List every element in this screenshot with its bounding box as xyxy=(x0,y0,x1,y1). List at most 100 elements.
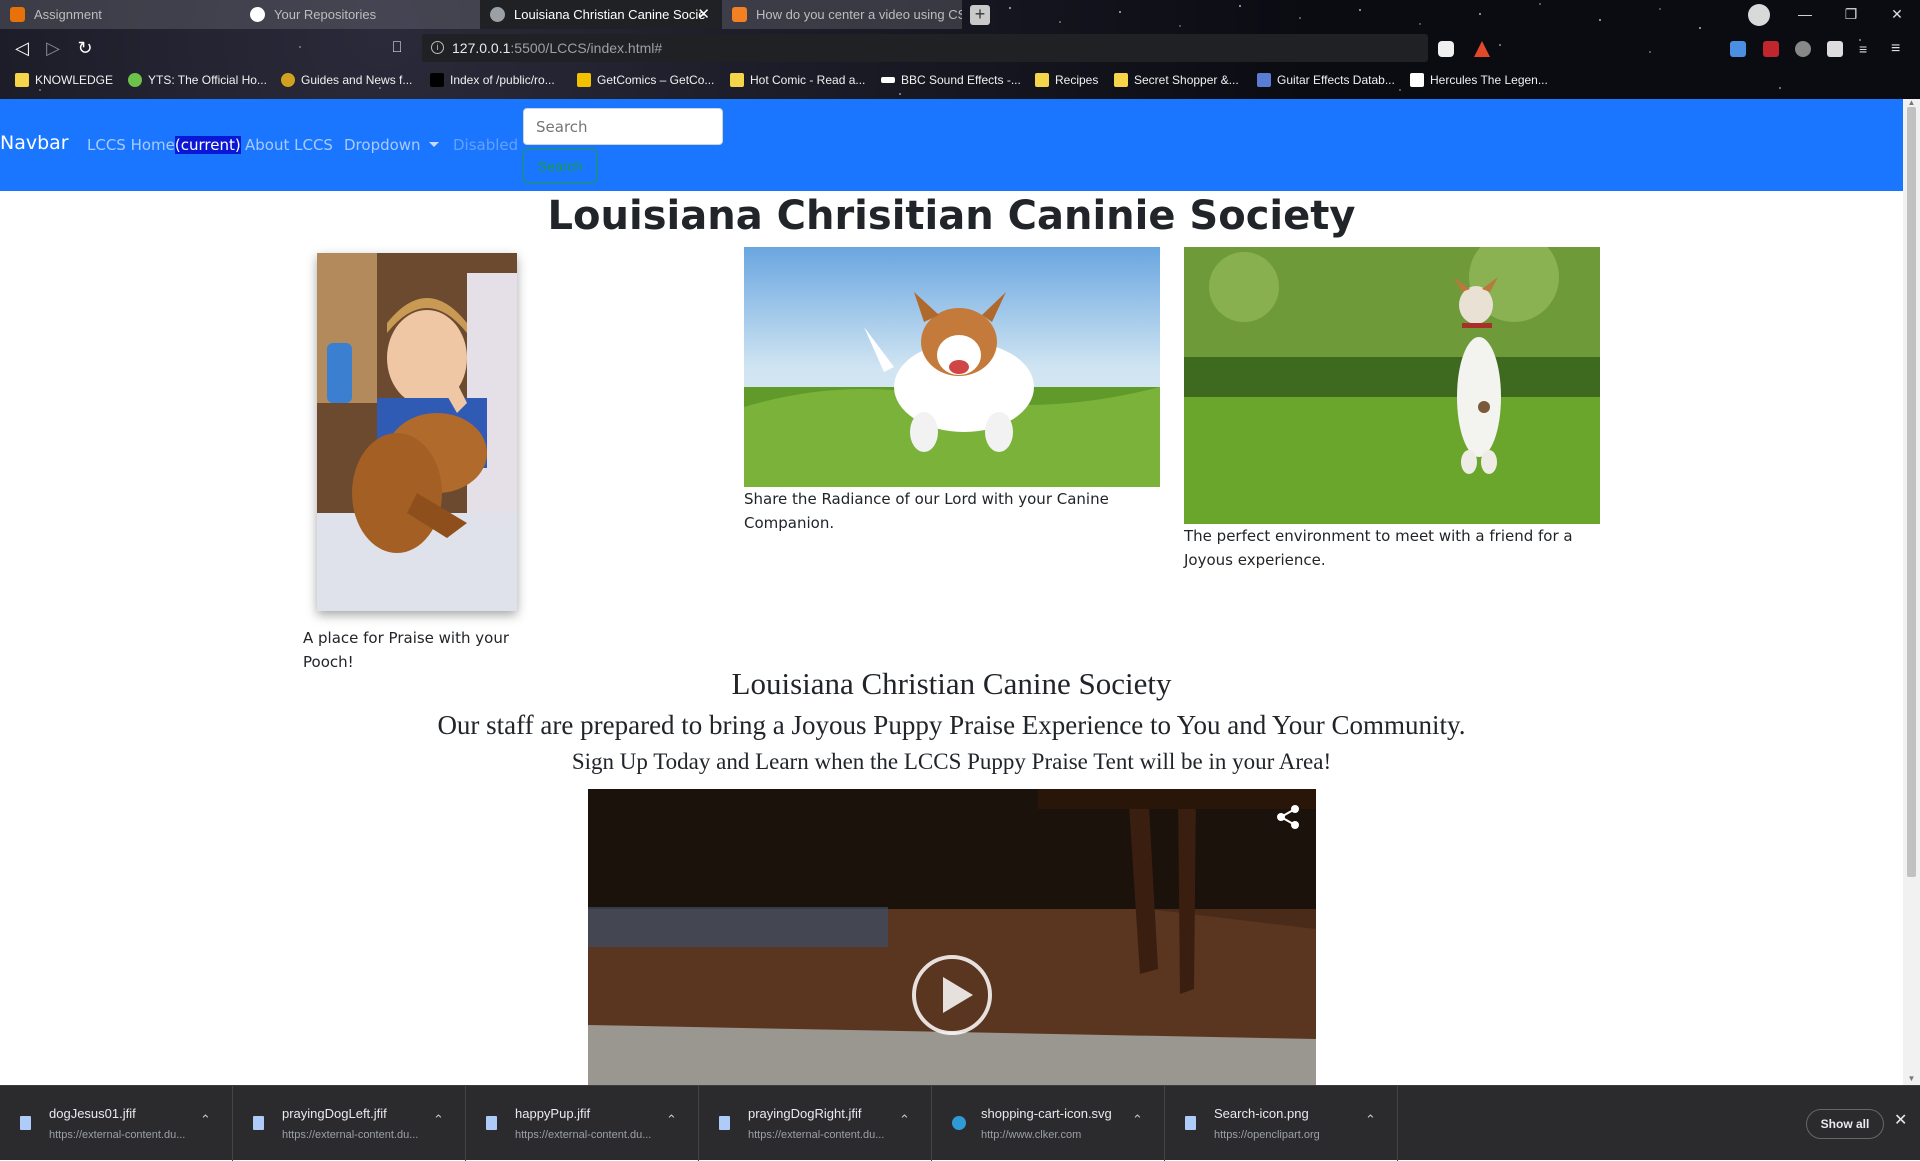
page-scrollbar[interactable]: ▲ ▼ xyxy=(1903,99,1920,1085)
scroll-down-icon[interactable]: ▼ xyxy=(1907,1075,1916,1083)
minimize-icon[interactable]: — xyxy=(1782,0,1828,29)
bookmark-item[interactable]: Secret Shopper &... xyxy=(1114,71,1239,89)
brave-shield-icon[interactable] xyxy=(1438,41,1454,57)
chevron-up-icon[interactable]: ⌃ xyxy=(899,1112,910,1128)
tab-title: Assignment xyxy=(34,7,102,22)
show-all-button[interactable]: Show all xyxy=(1806,1109,1884,1139)
nav-dropdown[interactable]: Dropdown xyxy=(344,136,439,154)
page-title: Louisiana Chrisitian Caninie Society xyxy=(547,193,1356,239)
chevron-up-icon[interactable]: ⌃ xyxy=(1365,1112,1376,1128)
download-item[interactable]: happyPup.jfif https://external-content.d… xyxy=(466,1086,699,1161)
download-item[interactable]: Search-icon.png https://openclipart.org … xyxy=(1165,1086,1398,1161)
back-icon[interactable]: ◁ xyxy=(11,37,33,59)
heading-signup: Sign Up Today and Learn when the LCCS Pu… xyxy=(571,749,1332,774)
bookmark-item[interactable]: YTS: The Official Ho... xyxy=(128,71,267,89)
download-item[interactable]: shopping-cart-icon.svg http://www.clker.… xyxy=(932,1086,1165,1161)
bookmark-label: Secret Shopper &... xyxy=(1134,73,1239,87)
search-input[interactable] xyxy=(523,108,723,145)
nav-about[interactable]: About LCCS xyxy=(245,136,333,154)
nav-home[interactable]: LCCS Home(current) xyxy=(87,136,241,154)
extension-s-icon[interactable] xyxy=(1763,41,1779,57)
extensions-puzzle-icon[interactable] xyxy=(1827,41,1843,57)
yts-icon xyxy=(128,73,142,87)
download-item[interactable]: dogJesus01.jfif https://external-content… xyxy=(0,1086,233,1161)
nav-dropdown-label: Dropdown xyxy=(344,136,421,154)
file-icon xyxy=(486,1116,497,1130)
search-button[interactable]: Search xyxy=(523,149,597,183)
bookmark-label: Index of /public/ro... xyxy=(450,73,555,87)
bookmark-label: Hot Comic - Read a... xyxy=(750,73,866,87)
video-player[interactable] xyxy=(588,789,1316,1085)
share-icon[interactable] xyxy=(1274,803,1302,831)
menu-icon[interactable]: ≡ xyxy=(1891,41,1907,57)
heading-society: Louisiana Christian Canine Society xyxy=(731,666,1172,701)
browser-toolbar: ◁ ▷ ↻ ⎕ i 127.0.0.1:5500/LCCS/index.html… xyxy=(0,33,1920,63)
maximize-icon[interactable]: ❐ xyxy=(1828,0,1874,29)
download-name: dogJesus01.jfif xyxy=(49,1106,136,1121)
folder-icon xyxy=(15,73,29,87)
praying-dog-right-image xyxy=(1184,247,1600,524)
bookmark-item[interactable]: KNOWLEDGE xyxy=(15,71,113,89)
video-frame xyxy=(588,789,1316,1085)
bookmark-item[interactable]: Guides and News f... xyxy=(281,71,412,89)
site-icon xyxy=(1257,73,1271,87)
download-name: Search-icon.png xyxy=(1214,1106,1309,1121)
scrollbar-thumb[interactable] xyxy=(1907,107,1916,877)
close-tab-icon[interactable]: ✕ xyxy=(697,0,710,29)
page-icon xyxy=(430,73,444,87)
chevron-up-icon[interactable]: ⌃ xyxy=(666,1112,677,1128)
navbar-brand[interactable]: Navbar xyxy=(0,132,69,154)
site-navbar: Navbar LCCS Home(current) About LCCS Dro… xyxy=(0,99,1903,191)
brave-rewards-icon[interactable] xyxy=(1474,41,1490,57)
site-icon xyxy=(1410,73,1424,87)
new-tab-button[interactable]: + xyxy=(970,5,990,25)
caret-down-icon xyxy=(428,142,439,147)
bookmark-item[interactable]: Recipes xyxy=(1035,71,1098,89)
bookmark-label: KNOWLEDGE xyxy=(35,73,114,87)
happy-pup-illustration xyxy=(744,247,1160,487)
reload-icon[interactable]: ↻ xyxy=(74,37,96,59)
current-indicator: (current) xyxy=(174,136,241,154)
download-item[interactable]: prayingDogRight.jfif https://external-co… xyxy=(699,1086,932,1161)
bookmark-icon[interactable]: ⎕ xyxy=(386,37,408,59)
tab-title: Louisiana Christian Canine Socie xyxy=(514,7,706,22)
bookmarks-bar: KNOWLEDGE YTS: The Official Ho... Guides… xyxy=(0,68,1920,92)
profile-icon[interactable] xyxy=(1748,4,1770,26)
bookmark-item[interactable]: Hercules The Legen... xyxy=(1410,71,1548,89)
tab-your-repositories[interactable]: Your Repositories xyxy=(240,0,480,29)
chevron-up-icon[interactable]: ⌃ xyxy=(1132,1112,1143,1128)
page-viewport: Navbar LCCS Home(current) About LCCS Dro… xyxy=(0,99,1903,1085)
site-info-icon[interactable]: i xyxy=(431,41,444,54)
bookmark-item[interactable]: BBC Sound Effects -... xyxy=(881,71,1021,89)
tab-title: Your Repositories xyxy=(274,7,377,22)
address-bar[interactable]: i 127.0.0.1:5500/LCCS/index.html# xyxy=(422,34,1428,62)
file-icon xyxy=(253,1116,264,1130)
scroll-up-icon[interactable]: ▲ xyxy=(1907,99,1916,107)
reading-list-icon[interactable]: ≡ xyxy=(1859,41,1875,57)
bookmark-item[interactable]: GetComics – GetCo... xyxy=(577,71,714,89)
chevron-up-icon[interactable]: ⌃ xyxy=(433,1112,444,1128)
forward-icon[interactable]: ▷ xyxy=(42,37,64,59)
close-window-icon[interactable]: ✕ xyxy=(1874,0,1920,29)
praying-boy-dog-illustration xyxy=(317,253,517,611)
play-icon[interactable] xyxy=(912,955,992,1035)
extension-translate-icon[interactable] xyxy=(1730,41,1746,57)
download-name: prayingDogRight.jfif xyxy=(748,1106,862,1121)
bookmark-item[interactable]: Hot Comic - Read a... xyxy=(730,71,865,89)
tab-how-center-video[interactable]: How do you center a video using CS xyxy=(722,0,962,29)
url-host: 127.0.0.1 xyxy=(452,40,511,56)
bookmark-label: YTS: The Official Ho... xyxy=(148,73,267,87)
happy-pup-image xyxy=(744,247,1160,487)
github-icon xyxy=(250,7,265,22)
tab-assignment[interactable]: Assignment xyxy=(0,0,240,29)
download-item[interactable]: prayingDogLeft.jfif https://external-con… xyxy=(233,1086,466,1161)
caption-middle: Share the Radiance of our Lord with your… xyxy=(744,490,1109,532)
bookmark-item[interactable]: Guitar Effects Datab... xyxy=(1257,71,1395,89)
extension-react-icon[interactable] xyxy=(1795,41,1811,57)
tab-lccs-active[interactable]: Louisiana Christian Canine Socie ✕ xyxy=(480,0,720,29)
chevron-up-icon[interactable]: ⌃ xyxy=(200,1112,211,1128)
folder-icon xyxy=(1114,73,1128,87)
close-shelf-icon[interactable]: ✕ xyxy=(1894,1110,1907,1130)
bookmark-item[interactable]: Index of /public/ro... xyxy=(430,71,555,89)
bookmark-label: Recipes xyxy=(1055,73,1099,87)
